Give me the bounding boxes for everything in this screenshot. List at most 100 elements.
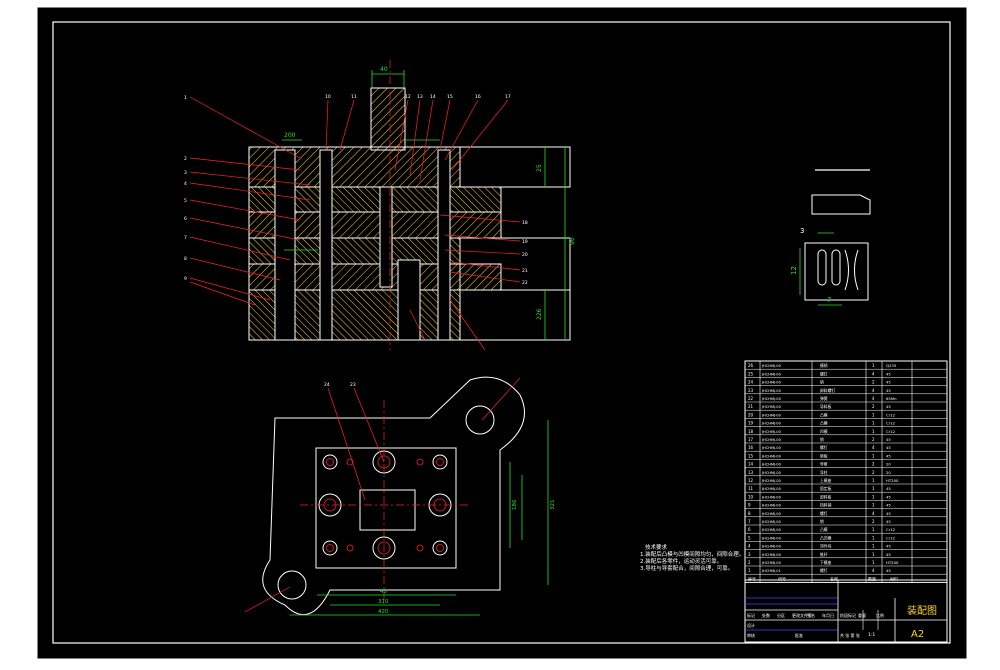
bom-cell-material: Cr12 <box>886 412 896 417</box>
dim-plan-w3: 40 <box>380 589 387 595</box>
bom-cell-code: JHCHMJ-00 <box>761 504 782 508</box>
bom-cell-material: 45 <box>886 453 891 458</box>
part-label: 3 <box>184 170 187 176</box>
part-label: 15 <box>447 94 453 100</box>
bom-cell-name: 卸料板 <box>820 494 832 499</box>
bom-cell-name: 销 <box>820 437 824 442</box>
bom-cell-name: 导套 <box>820 462 828 467</box>
bom-cell-code: JHCHMJ-00 <box>761 397 782 401</box>
part-label: 1 <box>184 95 187 101</box>
title-block-label: 处数 <box>762 612 770 618</box>
part-label: 4 <box>184 181 187 187</box>
title-block-stage-label: 阶段标记 <box>840 612 856 618</box>
bom-cell-material: 45 <box>886 494 891 499</box>
dim-shank: 40 <box>380 66 388 73</box>
bom-cell-name: 弹簧 <box>820 396 828 401</box>
bom-cell-code: JHCHMJ-00 <box>761 512 782 516</box>
title-block-label: 年月日 <box>822 612 834 618</box>
bom-cell-no: 17 <box>748 437 754 442</box>
part-label: 5 <box>184 198 187 204</box>
bom-cell-code: JHCHMJ-00 <box>761 372 782 376</box>
bom-cell-no: 14 <box>748 462 754 467</box>
part-label: 18 <box>522 220 528 226</box>
dim-plan-w2: 310 <box>378 599 389 605</box>
part-label: 8 <box>184 256 187 262</box>
bom-cell-name: 销 <box>820 380 824 385</box>
bom-cell-name: 凸模 <box>820 412 828 417</box>
bom-cell-code: JHCHMJ-00 <box>761 438 782 442</box>
tech-req-line: 2.装配后各零件，运动灵活可靠。 <box>640 557 722 565</box>
bom-cell-material: 45 <box>886 380 891 385</box>
bom-cell-name: 固定板 <box>820 486 832 491</box>
part-label: 20 <box>522 252 528 258</box>
part-label: 13 <box>417 94 423 100</box>
title-block-check: 审核 <box>747 632 755 638</box>
bom-cell-code: JHCHMJ-00 <box>761 520 782 524</box>
bom-cell-material: 45 <box>886 388 891 393</box>
bom-cell-code: JHCHMJ-00 <box>761 561 782 565</box>
tech-req-heading: 技术要求 <box>645 543 668 551</box>
bom-cell-no: 13 <box>748 470 754 475</box>
part-label: 7 <box>184 235 187 241</box>
bom-cell-code: JHCHMJ-00 <box>761 389 782 393</box>
bom-cell-name: 螺钉 <box>820 371 828 376</box>
part-label: 19 <box>522 239 528 245</box>
title-block-label: 标记 <box>747 612 755 618</box>
bom-cell-name: 上模座 <box>820 478 832 483</box>
bom-cell-no: 15 <box>748 453 754 458</box>
bom-cell-material: 65Mn <box>886 396 897 401</box>
bom-cell-name: 导料板 <box>820 404 832 409</box>
bom-cell-material: 45 <box>886 544 891 549</box>
sheet-size: A2 <box>911 629 924 640</box>
bom-cell-no: 10 <box>748 494 754 499</box>
bom-cell-material: Cr12 <box>886 429 896 434</box>
bom-cell-name: 下模座 <box>820 560 832 565</box>
bom-cell-no: 11 <box>748 486 754 491</box>
bom-cell-name: 凸模 <box>820 421 828 426</box>
part-label: 23 <box>350 382 356 388</box>
bom-cell-name: 凸凹模 <box>820 535 832 540</box>
bom-cell-no: 16 <box>748 445 754 450</box>
title-block-label: 分区 <box>777 612 785 618</box>
part-label: 2 <box>184 156 187 162</box>
bom-cell-material: 45 <box>886 371 891 376</box>
bom-cell-no: 24 <box>748 380 754 385</box>
bom-cell-no: 21 <box>748 404 754 409</box>
bom-cell-code: JHCHMJ-00 <box>761 528 782 532</box>
bom-cell-name: 螺钉 <box>820 568 828 573</box>
bom-cell-material: 45 <box>886 552 891 557</box>
bom-cell-no: 25 <box>748 371 754 376</box>
bom-cell-name: 挡料销 <box>820 503 832 508</box>
title-block-stage-label: 比例 <box>876 612 884 618</box>
bom-cell-code: JHCHMJ-01 <box>761 569 781 573</box>
bom-cell-material: 45 <box>886 568 891 573</box>
bom-cell-code: JHCHMJ-00 <box>761 471 782 475</box>
cad-drawing-canvas: 9 8 7 6 5 4 3 2 1 10 11 12 13 14 15 16 17 18 19 20 21 22 40 9… <box>0 0 1000 666</box>
part-label: 10 <box>325 94 331 100</box>
bom-cell-code: JHCHMJ-00 <box>761 479 782 483</box>
bom-cell-material: 45 <box>886 445 891 450</box>
bom-cell-name: 凹模 <box>820 429 828 434</box>
title-block-design: 设计 <box>747 622 755 628</box>
bom-cell-material: 45 <box>886 404 891 409</box>
title-block-label: 签名 <box>807 612 815 618</box>
tech-req-line: 1.装配后凸模与凹模间隙均匀，间隙合理。 <box>640 550 744 558</box>
bom-cell-code: JHCHMJ-00 <box>761 495 782 499</box>
part-label: 22 <box>522 280 528 286</box>
bom-cell-name: 推杆 <box>820 552 828 557</box>
bom-cell-material: 45 <box>886 511 891 516</box>
part-label: 9 <box>184 276 187 282</box>
bom-cell-no: 20 <box>748 412 754 417</box>
bom-cell-material: 45 <box>886 486 891 491</box>
tech-req-line: 3.导柱与导套配合，间隙合理，可靠。 <box>640 564 733 572</box>
bom-cell-code: JHCHMJ-00 <box>761 446 782 450</box>
bom-cell-material: HT200 <box>886 478 899 483</box>
bom-cell-code: JHCHMJ-00 <box>761 553 782 557</box>
bom-cell-code: JHCHMJ-00 <box>761 405 782 409</box>
bom-cell-material: 45 <box>886 519 891 524</box>
bom-cell-name: 凸模 <box>820 527 828 532</box>
part-label: 12 <box>405 94 411 100</box>
bom-cell-name: 模柄 <box>820 363 828 368</box>
bom-cell-name: 垫板 <box>820 453 828 458</box>
bom-cell-name: 卸料螺钉 <box>820 388 835 393</box>
